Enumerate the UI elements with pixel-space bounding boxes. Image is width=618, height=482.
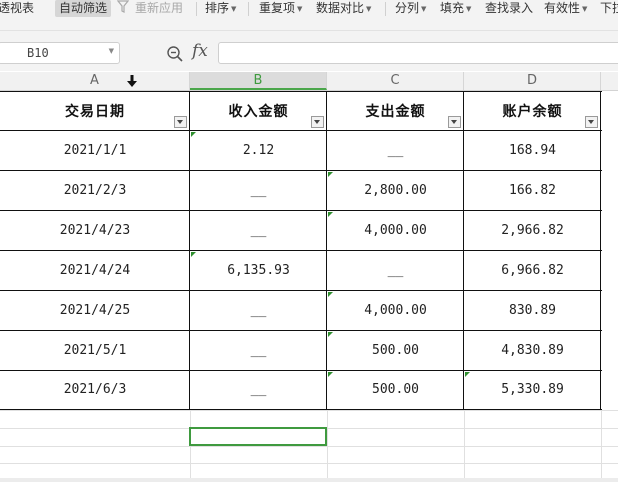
table-cell[interactable]: 168.94 bbox=[464, 130, 601, 170]
number-as-text-marker bbox=[328, 332, 333, 337]
gridline bbox=[327, 410, 328, 482]
chevron-down-icon: ▼ bbox=[297, 5, 303, 13]
pivot-table-button[interactable]: 透视表 bbox=[0, 0, 34, 17]
gridline bbox=[190, 410, 191, 482]
gridline bbox=[601, 410, 602, 482]
sort-button[interactable]: 排序 ▼ bbox=[205, 0, 236, 17]
table-header-cell[interactable]: 收入金额 bbox=[190, 91, 327, 131]
sheet-grid[interactable]: 交易日期 收入金额 支出金额 账户余额 2021/1/1 2.12 __ 168.94 2021… bbox=[0, 91, 618, 482]
table-cell[interactable]: 4,000.00 bbox=[327, 290, 464, 330]
table-cell[interactable]: __ bbox=[190, 210, 327, 250]
chevron-down-icon: ▼ bbox=[582, 5, 588, 13]
ribbon-toolbar: 透视表 自动筛选 重新应用 排序 ▼ 重复项 ▼ 数据对比 ▼ 分列 ▼ 填充 ▼ 查找录… bbox=[0, 0, 618, 30]
chevron-down-icon[interactable]: ▼ bbox=[109, 47, 114, 55]
zoom-icon[interactable] bbox=[166, 45, 184, 63]
table-cell[interactable]: 6,135.93 bbox=[190, 250, 327, 290]
column-header-d[interactable]: D bbox=[464, 72, 601, 90]
table-border bbox=[0, 409, 602, 410]
column-header-c[interactable]: C bbox=[327, 72, 464, 90]
table-cell[interactable]: 4,000.00 bbox=[327, 210, 464, 250]
filter-dropdown-icon[interactable] bbox=[448, 116, 461, 128]
table-cell[interactable]: 5,330.89 bbox=[464, 370, 601, 409]
number-as-text-marker bbox=[328, 212, 333, 217]
table-cell[interactable]: 2021/2/3 bbox=[0, 170, 190, 210]
table-cell[interactable]: 2021/4/24 bbox=[0, 250, 190, 290]
number-as-text-marker bbox=[465, 372, 470, 377]
table-cell[interactable]: __ bbox=[327, 130, 464, 170]
gridline bbox=[0, 446, 618, 447]
selected-cell[interactable] bbox=[189, 427, 327, 446]
gridline bbox=[0, 463, 618, 464]
number-as-text-marker bbox=[328, 372, 333, 377]
chevron-down-icon: ▼ bbox=[366, 5, 372, 13]
toolbar-separator bbox=[385, 2, 386, 16]
table-cell[interactable]: __ bbox=[190, 330, 327, 370]
horizontal-scrollbar[interactable] bbox=[0, 478, 618, 482]
table-header-cell[interactable]: 支出金额 bbox=[327, 91, 464, 131]
data-compare-label: 数据对比 bbox=[316, 1, 365, 15]
data-compare-button[interactable]: 数据对比 ▼ bbox=[316, 0, 371, 17]
table-cell[interactable]: 2021/5/1 bbox=[0, 330, 190, 370]
table-cell[interactable]: 2021/4/23 bbox=[0, 210, 190, 250]
fill-label: 填充 bbox=[440, 1, 465, 15]
split-column-button[interactable]: 分列 ▼ bbox=[395, 0, 426, 17]
table-cell[interactable]: 2021/1/1 bbox=[0, 130, 190, 170]
table-cell[interactable]: 2021/6/3 bbox=[0, 370, 190, 409]
table-cell[interactable]: 2021/4/25 bbox=[0, 290, 190, 330]
formula-input[interactable] bbox=[218, 42, 618, 64]
fx-icon[interactable]: fx bbox=[192, 41, 208, 61]
table-cell[interactable]: __ bbox=[190, 370, 327, 409]
table-header-cell[interactable]: 账户余额 bbox=[464, 91, 601, 131]
sort-label: 排序 bbox=[205, 1, 230, 15]
table-cell[interactable]: __ bbox=[190, 290, 327, 330]
validation-label: 有效性 bbox=[544, 1, 581, 15]
reapply-button[interactable]: 重新应用 bbox=[135, 0, 183, 17]
column-header-b[interactable]: B bbox=[190, 72, 327, 90]
chevron-down-icon: ▼ bbox=[466, 5, 472, 13]
name-box-value: B10 bbox=[27, 46, 49, 60]
column-header-a[interactable]: A bbox=[0, 72, 190, 90]
filter-dropdown-icon[interactable] bbox=[311, 116, 324, 128]
reapply-filter-icon bbox=[117, 0, 129, 13]
table-cell[interactable]: 2.12 bbox=[190, 130, 327, 170]
number-as-text-marker bbox=[328, 292, 333, 297]
toolbar-separator bbox=[196, 2, 197, 16]
table-cell[interactable]: 4,830.89 bbox=[464, 330, 601, 370]
table-cell[interactable]: 500.00 bbox=[327, 330, 464, 370]
table-cell[interactable]: __ bbox=[327, 250, 464, 290]
table-cell[interactable]: 6,966.82 bbox=[464, 250, 601, 290]
name-box[interactable]: B10 ▼ bbox=[0, 42, 120, 64]
gridline bbox=[0, 410, 618, 411]
chevron-down-icon: ▼ bbox=[231, 5, 237, 13]
toolbar-separator bbox=[248, 2, 249, 16]
column-select-cursor-icon bbox=[127, 75, 137, 87]
table-cell[interactable]: __ bbox=[190, 170, 327, 210]
duplicates-button[interactable]: 重复项 ▼ bbox=[259, 0, 302, 17]
filter-dropdown-icon[interactable] bbox=[174, 116, 187, 128]
table-cell[interactable]: 500.00 bbox=[327, 370, 464, 409]
validation-button[interactable]: 有效性 ▼ bbox=[544, 0, 587, 17]
table-cell[interactable]: 2,966.82 bbox=[464, 210, 601, 250]
table-header-cell[interactable]: 交易日期 bbox=[0, 91, 190, 131]
lookup-entry-button[interactable]: 查找录入 bbox=[485, 0, 533, 17]
formula-bar: B10 ▼ fx bbox=[0, 30, 618, 71]
filter-dropdown-icon[interactable] bbox=[585, 116, 598, 128]
split-column-label: 分列 bbox=[395, 1, 420, 15]
chevron-down-icon: ▼ bbox=[421, 5, 427, 13]
auto-filter-button[interactable]: 自动筛选 bbox=[55, 0, 112, 17]
number-as-text-marker bbox=[191, 252, 196, 257]
column-headers: A B C D bbox=[0, 72, 618, 91]
gridline bbox=[464, 410, 465, 482]
duplicates-label: 重复项 bbox=[259, 1, 296, 15]
dropdown-list-button[interactable]: 下拉 bbox=[600, 0, 618, 17]
table-cell[interactable]: 166.82 bbox=[464, 170, 601, 210]
number-as-text-marker bbox=[328, 172, 333, 177]
fill-button[interactable]: 填充 ▼ bbox=[440, 0, 471, 17]
table-cell[interactable]: 2,800.00 bbox=[327, 170, 464, 210]
number-as-text-marker bbox=[191, 132, 196, 137]
table-cell[interactable]: 830.89 bbox=[464, 290, 601, 330]
